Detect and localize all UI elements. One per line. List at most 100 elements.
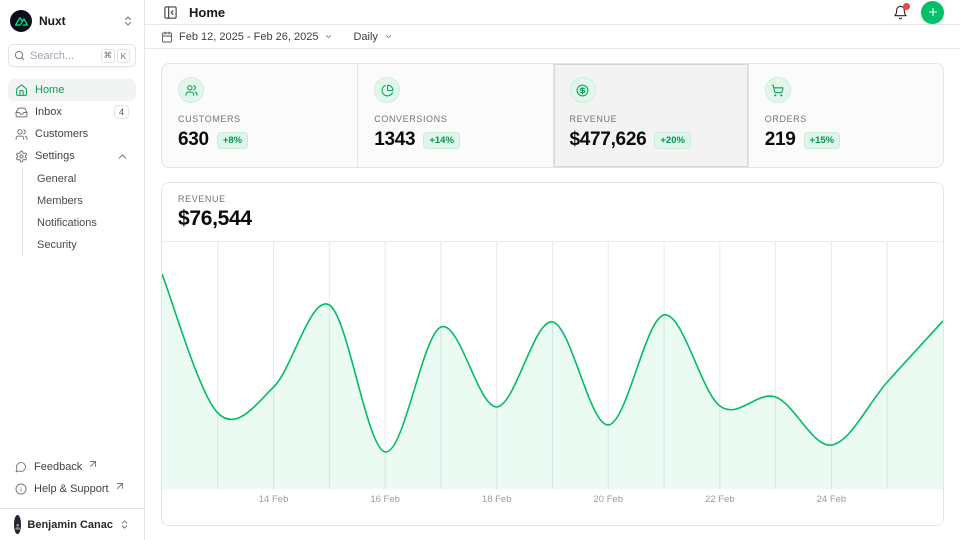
sidebar-item-label: Settings <box>35 150 75 162</box>
revenue-chart-plot[interactable] <box>162 242 943 489</box>
workspace-selector[interactable]: Nuxt <box>8 9 136 33</box>
sidebar-item-members[interactable]: Members <box>23 190 136 212</box>
stat-value: 1343 <box>374 129 415 151</box>
sidebar-item-notifications[interactable]: Notifications <box>23 212 136 234</box>
topbar-actions <box>891 1 944 24</box>
date-range-label: Feb 12, 2025 - Feb 26, 2025 <box>179 31 318 43</box>
sidebar-footer: Feedback Help & Support <box>0 452 144 508</box>
revenue-chart-card: REVENUE $76,544 14 Feb 16 Feb 18 Feb 20 Feb… <box>161 182 944 526</box>
chart-pie-icon <box>374 77 400 103</box>
home-icon <box>15 84 28 97</box>
content: CUSTOMERS 630 +8% CONVERSIONS 1343 +14% <box>145 49 960 540</box>
sidebar-item-general[interactable]: General <box>23 168 136 190</box>
stat-label: CUSTOMERS <box>178 114 341 124</box>
shopping-cart-icon <box>765 77 791 103</box>
inbox-count-badge: 4 <box>114 105 129 119</box>
inbox-icon <box>15 106 28 119</box>
chart-headline-value: $76,544 <box>178 207 927 231</box>
sidebar-item-label: Home <box>35 84 64 96</box>
kbd-cmd: ⌘ <box>101 49 116 63</box>
notification-dot <box>903 3 910 10</box>
user-menu[interactable]: Benjamin Canac <box>0 508 144 540</box>
search-input[interactable]: ⌘ K <box>8 44 136 67</box>
info-icon <box>15 483 27 495</box>
x-axis-tick-label: 24 Feb <box>817 494 847 505</box>
users-icon <box>15 128 28 141</box>
app-root: Nuxt ⌘ K Home <box>0 0 960 540</box>
filters-toolbar: Feb 12, 2025 - Feb 26, 2025 Daily <box>145 25 960 49</box>
sidebar-item-label: Inbox <box>35 106 62 118</box>
feedback-link[interactable]: Feedback <box>8 456 136 478</box>
chevron-up-down-icon <box>119 519 130 530</box>
stat-card-customers[interactable]: CUSTOMERS 630 +8% <box>162 64 357 167</box>
avatar <box>14 515 21 534</box>
sidebar-item-home[interactable]: Home <box>8 79 136 101</box>
sidebar-item-security[interactable]: Security <box>23 234 136 256</box>
sidebar-collapse-button[interactable] <box>161 3 180 22</box>
x-axis-tick-label: 22 Feb <box>705 494 735 505</box>
sidebar-item-customers[interactable]: Customers <box>8 123 136 145</box>
sidebar-item-settings[interactable]: Settings <box>8 145 136 167</box>
stat-value: 219 <box>765 129 796 151</box>
chart-title: REVENUE <box>178 194 927 204</box>
sidebar-nav: Home Inbox 4 Customers Settings <box>0 79 144 452</box>
add-button[interactable] <box>921 1 944 24</box>
stat-delta-badge: +8% <box>217 132 248 149</box>
panel-left-close-icon <box>163 5 178 20</box>
notifications-button[interactable] <box>891 3 910 22</box>
x-axis-tick-label: 16 Feb <box>370 494 400 505</box>
stat-delta-badge: +15% <box>804 132 841 149</box>
topbar: Home <box>145 0 960 25</box>
stat-label: REVENUE <box>570 114 732 124</box>
stat-label: CONVERSIONS <box>374 114 536 124</box>
chevron-up-down-icon <box>122 15 134 27</box>
gear-icon <box>15 150 28 163</box>
kbd-k: K <box>117 49 130 63</box>
sidebar-top: Nuxt ⌘ K <box>0 0 144 67</box>
x-axis-tick-label: 18 Feb <box>482 494 512 505</box>
stat-delta-badge: +14% <box>423 132 460 149</box>
stat-card-revenue[interactable]: REVENUE $477,626 +20% <box>553 64 748 167</box>
page-title: Home <box>189 5 225 20</box>
stats-row: CUSTOMERS 630 +8% CONVERSIONS 1343 +14% <box>161 63 944 168</box>
user-name: Benjamin Canac <box>27 519 113 531</box>
sidebar-item-inbox[interactable]: Inbox 4 <box>8 101 136 123</box>
chevron-up-icon <box>116 150 129 163</box>
external-link-icon <box>89 464 99 470</box>
sub-item-label: Notifications <box>37 217 97 229</box>
x-axis-tick-label: 14 Feb <box>259 494 289 505</box>
workspace-name: Nuxt <box>39 14 66 28</box>
main-area: Home Feb 12, 2 <box>145 0 960 540</box>
nuxt-logo-icon <box>10 10 32 32</box>
help-support-label: Help & Support <box>34 483 109 495</box>
sub-item-label: Security <box>37 239 77 251</box>
x-axis-labels: 14 Feb 16 Feb 18 Feb 20 Feb 22 Feb 24 Feb <box>162 489 943 515</box>
settings-sub-list: General Members Notifications Security <box>22 168 136 256</box>
sidebar-item-label: Customers <box>35 128 88 140</box>
chevron-down-icon <box>384 32 393 41</box>
calendar-icon <box>161 31 173 43</box>
stat-value: 630 <box>178 129 209 151</box>
sub-item-label: Members <box>37 195 83 207</box>
granularity-label: Daily <box>353 31 377 43</box>
stat-label: ORDERS <box>765 114 927 124</box>
stat-card-conversions[interactable]: CONVERSIONS 1343 +14% <box>357 64 552 167</box>
date-range-picker[interactable]: Feb 12, 2025 - Feb 26, 2025 <box>161 31 333 43</box>
message-bubble-icon <box>15 461 27 473</box>
help-support-link[interactable]: Help & Support <box>8 478 136 500</box>
stat-delta-badge: +20% <box>654 132 691 149</box>
external-link-icon <box>116 486 126 492</box>
stat-value: $477,626 <box>570 129 647 151</box>
search-field[interactable] <box>30 50 96 62</box>
sub-item-label: General <box>37 173 76 185</box>
sidebar: Nuxt ⌘ K Home <box>0 0 145 540</box>
granularity-select[interactable]: Daily <box>353 31 392 43</box>
search-icon <box>14 50 25 61</box>
x-axis-tick-label: 20 Feb <box>593 494 623 505</box>
chart-header: REVENUE $76,544 <box>162 183 943 242</box>
chevron-down-icon <box>324 32 333 41</box>
search-shortcut: ⌘ K <box>101 49 131 63</box>
revenue-chart-svg <box>162 242 943 489</box>
circle-dollar-icon <box>570 77 596 103</box>
stat-card-orders[interactable]: ORDERS 219 +15% <box>748 64 943 167</box>
